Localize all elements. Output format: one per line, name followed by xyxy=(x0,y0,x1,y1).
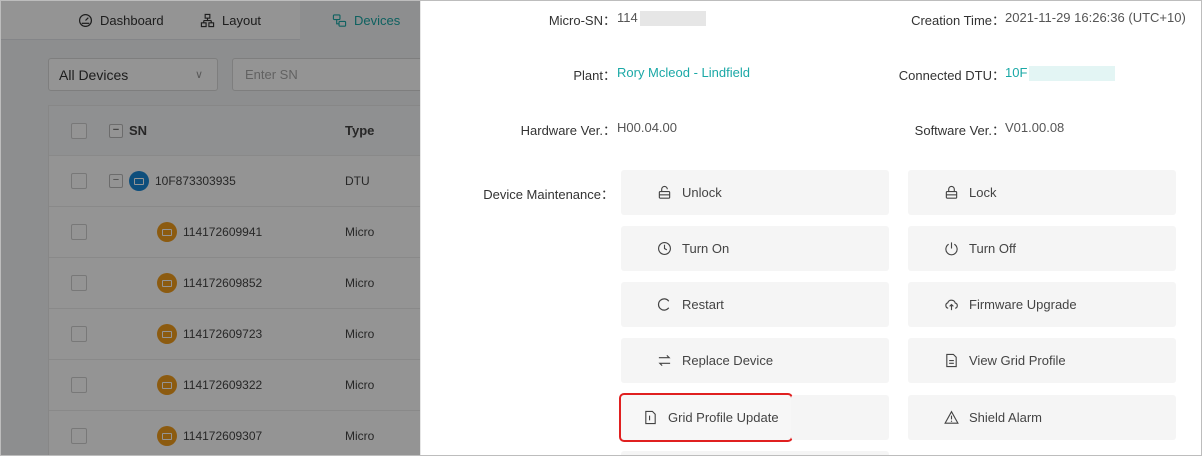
lock-button-label: Lock xyxy=(969,185,997,200)
modal-mask[interactable] xyxy=(0,0,420,456)
power-icon xyxy=(945,242,958,256)
turn-off-button-label: Turn Off xyxy=(969,241,1016,256)
swap-icon xyxy=(658,354,671,367)
lock-button[interactable]: Lock xyxy=(908,170,1176,215)
document-icon xyxy=(946,353,957,368)
unlock-button[interactable]: Unlock xyxy=(621,170,889,215)
firmware-upgrade-button[interactable]: Firmware Upgrade xyxy=(908,282,1176,327)
cloud-upload-icon xyxy=(945,299,958,311)
plant-label: Plant： xyxy=(573,68,616,83)
view-grid-profile-button[interactable]: View Grid Profile xyxy=(908,338,1176,383)
restart-icon xyxy=(657,298,670,311)
micro-sn-value: 114 xyxy=(617,10,706,27)
grid-profile-update-button-label: Grid Profile Update xyxy=(668,410,779,425)
redacted-block xyxy=(639,11,706,27)
creation-time-value: 2021-11-29 16:26:36 (UTC+10) xyxy=(1005,10,1186,25)
micro-sn-label: Micro-SN： xyxy=(548,13,616,28)
replace-device-button[interactable]: Replace Device xyxy=(621,338,889,383)
grid-profile-update-button-bg xyxy=(791,395,889,440)
hardware-version-value: H00.04.00 xyxy=(617,120,677,135)
connected-dtu-text: 10F xyxy=(1005,65,1028,80)
creation-time-label: Creation Time： xyxy=(911,13,1005,28)
replace-device-button-label: Replace Device xyxy=(682,353,774,368)
view-grid-profile-button-label: View Grid Profile xyxy=(969,353,1066,368)
turn-on-button[interactable]: Turn On xyxy=(621,226,889,271)
device-maintenance-label: Device Maintenance： xyxy=(483,187,614,202)
redacted-block xyxy=(1029,66,1116,82)
file-icon xyxy=(645,410,656,425)
connected-dtu-value[interactable]: 10F xyxy=(1005,65,1116,82)
turn-off-button[interactable]: Turn Off xyxy=(908,226,1176,271)
lock-icon xyxy=(945,185,958,199)
device-detail-drawer: Micro-SN： 114 Creation Time： 2021-11-29 … xyxy=(420,0,1202,456)
software-version-value: V01.00.08 xyxy=(1005,120,1065,135)
restart-button[interactable]: Restart xyxy=(621,282,889,327)
firmware-upgrade-button-label: Firmware Upgrade xyxy=(969,297,1077,312)
plant-link[interactable]: Rory Mcleod - Lindfield xyxy=(617,65,750,80)
grid-profile-update-button[interactable]: Grid Profile Update xyxy=(619,393,793,442)
micro-sn-text: 114 xyxy=(617,10,638,25)
next-action-button-partial[interactable] xyxy=(621,451,889,456)
clock-icon xyxy=(658,242,671,255)
restart-button-label: Restart xyxy=(682,297,724,312)
warning-icon xyxy=(944,410,959,424)
software-version-label: Software Ver.： xyxy=(914,123,1005,138)
hardware-version-label: Hardware Ver.： xyxy=(520,123,616,138)
shield-alarm-button-label: Shield Alarm xyxy=(969,410,1042,425)
unlock-icon xyxy=(658,185,671,199)
unlock-button-label: Unlock xyxy=(682,185,722,200)
turn-on-button-label: Turn On xyxy=(682,241,730,256)
shield-alarm-button[interactable]: Shield Alarm xyxy=(908,395,1176,440)
connected-dtu-label: Connected DTU： xyxy=(898,68,1005,83)
